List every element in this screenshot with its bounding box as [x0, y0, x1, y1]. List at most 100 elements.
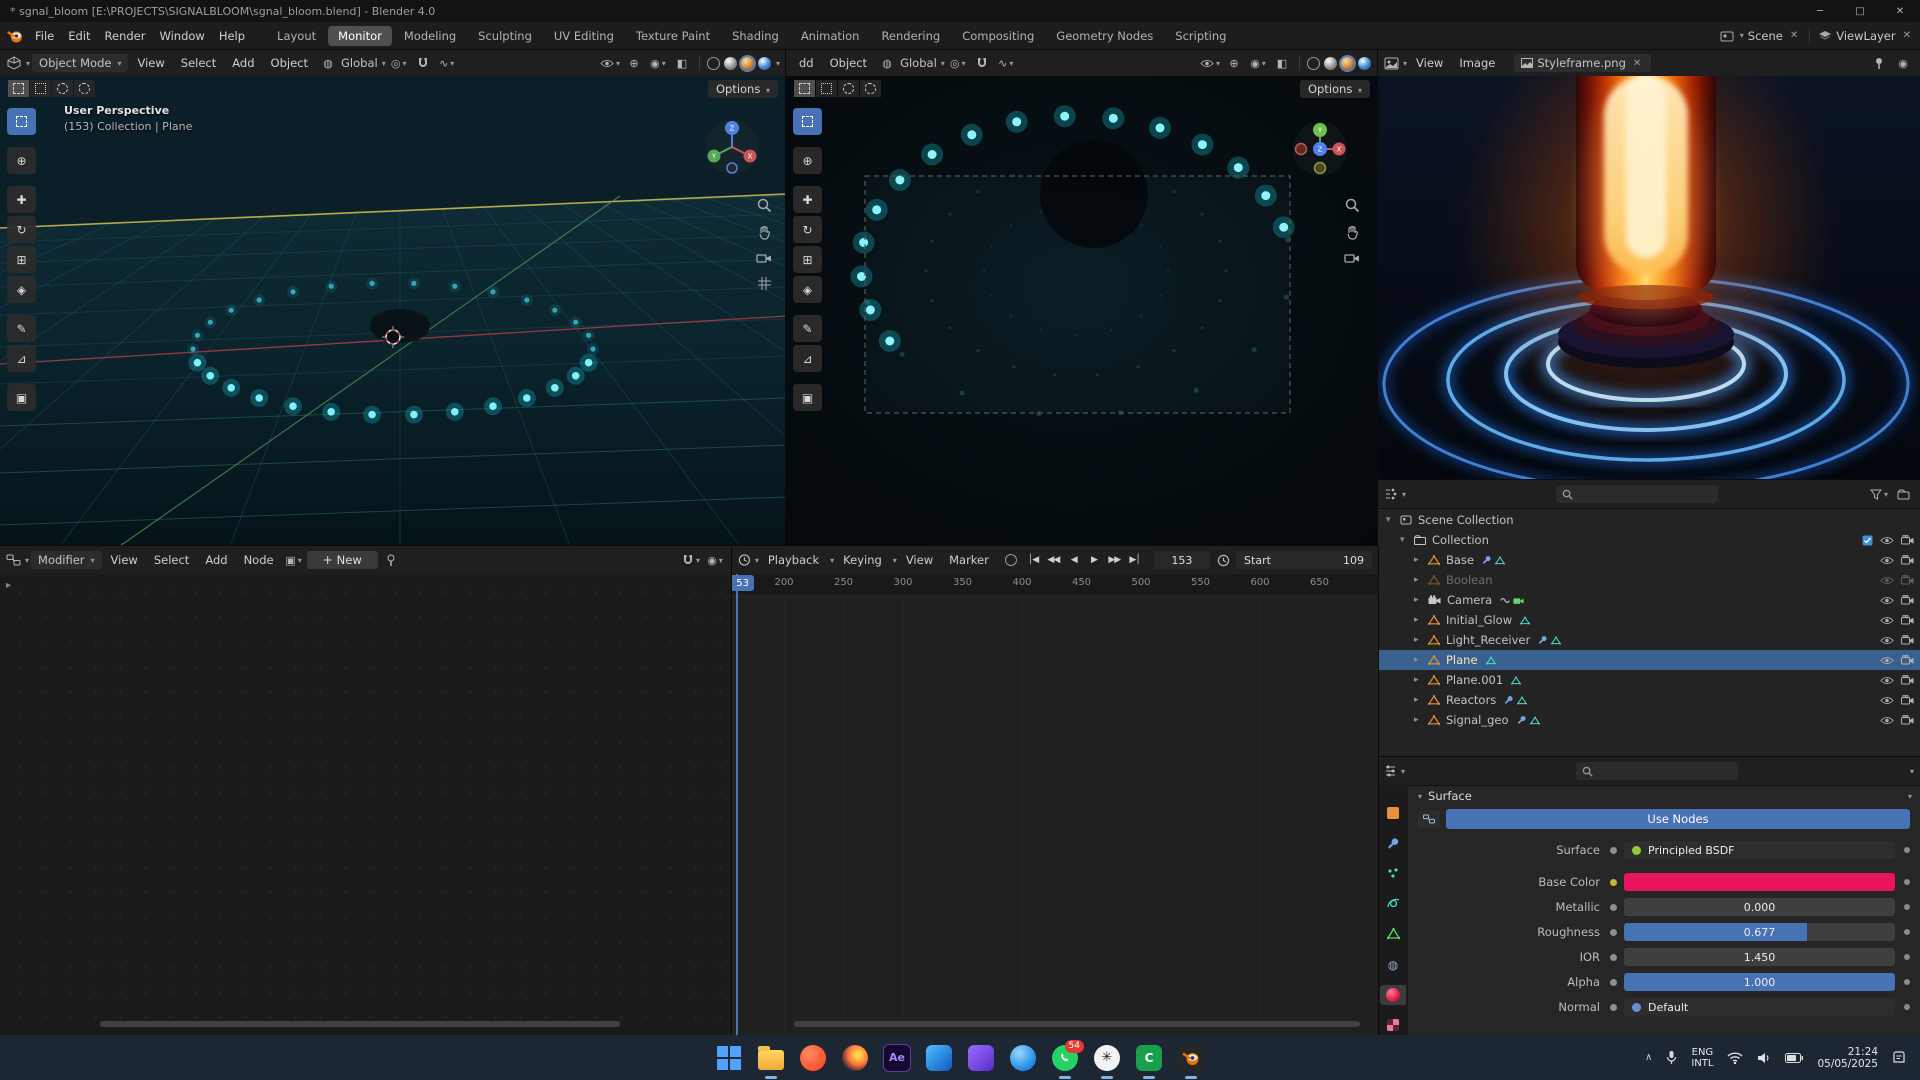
editor-type-3d-icon[interactable] — [6, 56, 22, 70]
workspace-tab-monitor[interactable]: Monitor — [328, 25, 392, 46]
object-visibility-icon[interactable]: ▾ — [599, 54, 621, 72]
tool-select-box[interactable] — [793, 108, 822, 135]
shading-rendered-icon[interactable] — [757, 56, 771, 70]
hide-eye-icon[interactable] — [1880, 616, 1894, 625]
properties-options-icon[interactable]: ▾ — [1910, 767, 1914, 776]
microphone-icon[interactable] — [1666, 1050, 1677, 1065]
overlays-toggle-icon[interactable]: ◉ ▾ — [1247, 54, 1269, 72]
file-explorer[interactable] — [757, 1044, 785, 1079]
workspace-tab-geometry-nodes[interactable]: Geometry Nodes — [1046, 26, 1163, 46]
select-box-button[interactable] — [30, 80, 51, 97]
disable-in-render-icon[interactable] — [1901, 715, 1914, 725]
prev-keyframe-button[interactable]: ◀◀ — [1044, 551, 1062, 569]
minimize-button[interactable]: ─ — [1800, 0, 1840, 22]
outliner-search-input[interactable] — [1556, 485, 1719, 503]
timeline-body[interactable] — [732, 594, 1378, 1035]
image-datablock-selector[interactable]: Styleframe.png ✕ — [1514, 54, 1652, 72]
outliner-item-plane[interactable]: ▸ Plane — [1378, 650, 1920, 670]
prop-slider-metallic[interactable]: 0.000 — [1624, 898, 1895, 916]
sidebar-toggle-icon[interactable]: ▸ — [6, 580, 11, 591]
tool-scale[interactable]: ⊞ — [7, 246, 36, 273]
tool-select-box[interactable] — [7, 108, 36, 135]
mode-selector[interactable]: Object Mode ▾ — [32, 54, 129, 72]
preview-range-icon[interactable] — [1212, 551, 1234, 569]
physics-properties-tab[interactable] — [1380, 894, 1406, 913]
horizontal-scrollbar[interactable] — [794, 1021, 1360, 1027]
keyframe-dot-icon[interactable] — [1904, 954, 1910, 960]
disable-in-render-icon[interactable] — [1901, 575, 1914, 585]
playhead[interactable] — [736, 574, 738, 1035]
viewport-3d-scene[interactable]: Options ▾ ⊕ ✚ ↻ ⊞ ◈ ✎ ⊿ ▣ Y X Z — [786, 76, 1378, 546]
gizmos-toggle-icon[interactable]: ⊕ — [1223, 54, 1245, 72]
unlink-image-icon[interactable]: ✕ — [1630, 58, 1644, 69]
viewlayer-selector[interactable]: ViewLayer — [1836, 29, 1895, 43]
tool-annotate[interactable]: ✎ — [7, 315, 36, 342]
menu-select[interactable]: Select — [147, 551, 196, 569]
menu-view[interactable]: View — [130, 54, 171, 72]
disable-in-render-icon[interactable] — [1901, 675, 1914, 685]
snap-magnet-icon[interactable] — [971, 54, 993, 72]
hide-eye-icon[interactable] — [1880, 676, 1894, 685]
keyframe-dot-icon[interactable] — [1904, 879, 1910, 885]
tray-chevron-icon[interactable]: ∧ — [1645, 1052, 1652, 1063]
prop-slider-roughness[interactable]: 0.677 — [1624, 923, 1895, 941]
clock-indicator[interactable]: 21:24 05/05/2025 — [1817, 1046, 1878, 1070]
tool-measure[interactable]: ⊿ — [793, 345, 822, 372]
object-visibility-icon[interactable]: ▾ — [1199, 54, 1221, 72]
app-blue[interactable] — [925, 1044, 953, 1072]
pivot-point-icon[interactable]: ◎ ▾ — [947, 54, 969, 72]
collection-checkbox[interactable] — [1862, 535, 1873, 546]
auto-keying-toggle[interactable] — [1000, 551, 1022, 569]
menu-object[interactable]: Object — [823, 54, 874, 72]
disable-in-render-icon[interactable] — [1901, 595, 1914, 605]
navigation-gizmo[interactable]: Y X Z — [1292, 121, 1348, 177]
prop-field-normal[interactable]: Default — [1624, 998, 1895, 1016]
outliner[interactable]: ▾ ▾ ▾ Scene Collection ▾ Collection ▸ Base ▸… — [1378, 480, 1920, 757]
blender-logo-icon[interactable] — [6, 27, 24, 45]
shading-solid-icon[interactable] — [1324, 56, 1337, 70]
menu-select[interactable]: Select — [174, 54, 223, 72]
keyframe-dot-icon[interactable] — [1904, 929, 1910, 935]
app-green-c[interactable]: C — [1135, 1044, 1163, 1079]
node-tree-type-selector[interactable]: Modifier ▾ — [31, 551, 102, 569]
current-frame-field[interactable]: 153 — [1153, 551, 1211, 569]
start-frame-field[interactable]: Start 109 — [1236, 551, 1373, 569]
workspace-tab-texture-paint[interactable]: Texture Paint — [626, 26, 720, 46]
workspace-tab-uv-editing[interactable]: UV Editing — [544, 26, 624, 46]
image-settings-icon[interactable]: ◉ — [1892, 54, 1914, 72]
editor-type-timeline-icon[interactable] — [738, 553, 751, 567]
workspace-tab-compositing[interactable]: Compositing — [952, 26, 1044, 46]
tool-move[interactable]: ✚ — [793, 186, 822, 213]
hide-eye-icon[interactable] — [1880, 556, 1894, 565]
surface-panel-header[interactable]: ▾ Surface ▾ — [1408, 785, 1920, 807]
play-button[interactable]: ▶ — [1085, 551, 1103, 569]
tool-move[interactable]: ✚ — [7, 186, 36, 213]
menu-render[interactable]: Render — [98, 27, 153, 45]
menu-view[interactable]: View — [899, 551, 940, 569]
jump-to-start-button[interactable]: │◀ — [1024, 551, 1042, 569]
app-circle-blue[interactable] — [1009, 1044, 1037, 1072]
image-editor[interactable]: ▾ View Image Styleframe.png ✕ ◉ — [1378, 50, 1920, 480]
chatgpt[interactable]: ✳ — [1093, 1044, 1121, 1079]
timeline-editor[interactable]: ▾ Playback ▾ Keying ▾ View Marker │◀ ◀◀ ◀ … — [732, 546, 1378, 1035]
hide-eye-icon[interactable] — [1880, 576, 1894, 585]
prop-field-ior[interactable]: 1.450 — [1624, 948, 1895, 966]
constraint-properties-tab[interactable]: ◍ — [1380, 955, 1406, 974]
hide-eye-icon[interactable] — [1880, 656, 1894, 665]
outliner-item-base[interactable]: ▸ Base — [1378, 550, 1920, 570]
xray-toggle-icon[interactable]: ◧ — [1271, 54, 1293, 72]
hide-eye-icon[interactable] — [1880, 596, 1894, 605]
camera-view-icon[interactable] — [1344, 252, 1360, 264]
navigation-gizmo[interactable]: Z X Y — [704, 119, 760, 175]
outliner-row-collection[interactable]: ▾ Collection — [1378, 530, 1920, 550]
proportional-edit-icon[interactable]: ∿ ▾ — [995, 54, 1017, 72]
maximize-button[interactable]: □ — [1840, 0, 1880, 22]
outliner-item-signal_geo[interactable]: ▸ Signal_geo — [1378, 710, 1920, 730]
disable-in-render-icon[interactable] — [1901, 615, 1914, 625]
transform-orientation[interactable]: Global — [341, 56, 378, 70]
tool-transform[interactable]: ◈ — [7, 276, 36, 303]
hide-eye-icon[interactable] — [1880, 696, 1894, 705]
keyframe-dot-icon[interactable] — [1904, 979, 1910, 985]
snap-magnet-icon[interactable]: ▾ — [680, 551, 702, 569]
firefox-browser[interactable] — [841, 1044, 869, 1072]
